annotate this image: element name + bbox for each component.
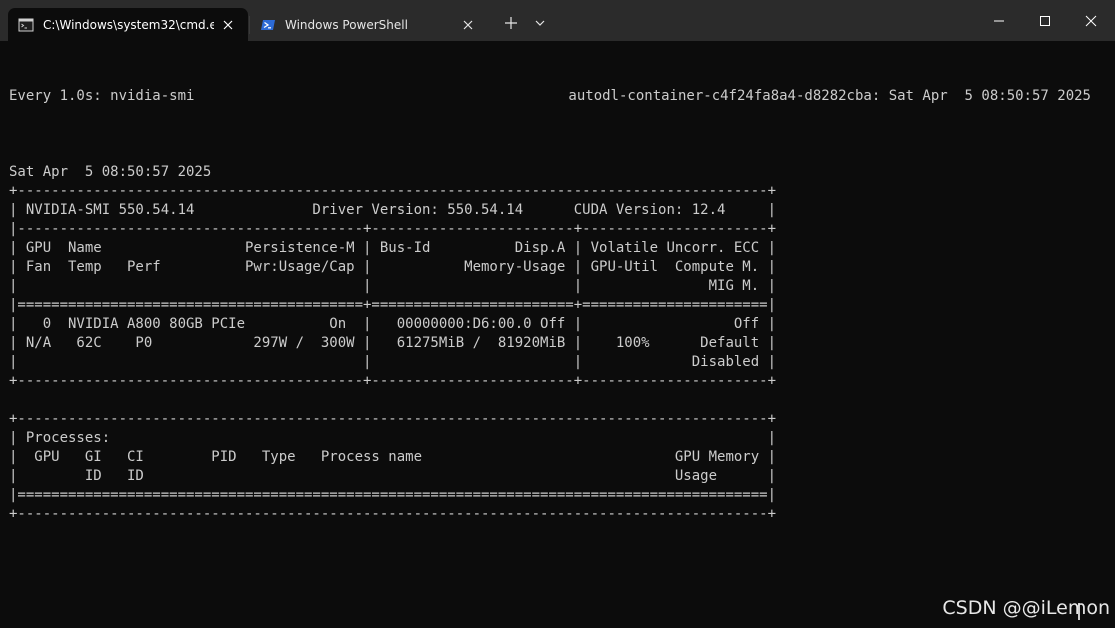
terminal-line: +---------------------------------------… xyxy=(9,373,777,389)
maximize-button[interactable] xyxy=(1022,0,1068,41)
terminal-line: | | | Disabled | xyxy=(9,354,777,370)
terminal-line: |---------------------------------------… xyxy=(9,221,777,237)
close-icon xyxy=(223,20,233,29)
watch-header: Every 1.0s: nvidia-smi autodl-container-… xyxy=(9,87,1091,106)
terminal-line: +---------------------------------------… xyxy=(9,183,777,199)
terminal-line: | | | MIG M. | xyxy=(9,278,777,294)
minimize-icon xyxy=(994,20,1004,21)
terminal-line: | ID ID Usage | xyxy=(9,468,777,484)
terminal-line: +---------------------------------------… xyxy=(9,411,777,427)
tab-cmd[interactable]: C:\Windows\system32\cmd.e: xyxy=(8,8,248,41)
new-tab-button[interactable] xyxy=(496,8,526,38)
nvidia-smi-output: Sat Apr 5 08:50:57 2025 +----------------… xyxy=(9,144,1091,524)
terminal-line: | Processes: | xyxy=(9,430,777,446)
terminal-line: |=======================================… xyxy=(9,297,777,313)
cmd-icon xyxy=(18,18,34,31)
tab-powershell[interactable]: Windows PowerShell xyxy=(250,8,488,41)
tab-cmd-close-button[interactable] xyxy=(220,17,236,33)
terminal-line: | NVIDIA-SMI 550.54.14 Driver Version: 5… xyxy=(9,202,777,218)
terminal-line: | GPU GI CI PID Type Process name GPU Me… xyxy=(9,449,777,465)
terminal-line: Sat Apr 5 08:50:57 2025 xyxy=(9,164,212,180)
minimize-button[interactable] xyxy=(976,0,1022,41)
terminal-line: |=======================================… xyxy=(9,487,777,503)
close-icon xyxy=(463,20,473,29)
title-bar[interactable]: C:\Windows\system32\cmd.e: Windows Power… xyxy=(0,0,1115,41)
tab-cmd-label: C:\Windows\system32\cmd.e: xyxy=(43,17,214,32)
maximize-icon xyxy=(1040,15,1050,26)
terminal-window: C:\Windows\system32\cmd.e: Windows Power… xyxy=(0,0,1115,628)
terminal-output[interactable]: Every 1.0s: nvidia-smi autodl-container-… xyxy=(9,49,1091,562)
close-window-button[interactable] xyxy=(1068,0,1114,41)
tab-dropdown-button[interactable] xyxy=(525,8,555,38)
tab-powershell-close-button[interactable] xyxy=(460,17,476,33)
terminal-line: | N/A 62C P0 297W / 300W | 61275MiB / 81… xyxy=(9,335,777,351)
chevron-down-icon xyxy=(535,20,545,26)
terminal-line: | GPU Name Persistence-M | Bus-Id Disp.A… xyxy=(9,240,777,256)
tab-powershell-label: Windows PowerShell xyxy=(285,17,408,32)
host-timestamp: autodl-container-c4f24fa8a4-d8282cba: Sa… xyxy=(568,88,1091,104)
terminal-line: +---------------------------------------… xyxy=(9,506,777,522)
watermark: CSDN @@iLemon xyxy=(942,597,1110,619)
close-icon xyxy=(1085,15,1097,26)
plus-icon xyxy=(505,17,517,29)
terminal-line: | Fan Temp Perf Pwr:Usage/Cap | Memory-U… xyxy=(9,259,777,275)
terminal-line: | 0 NVIDIA A800 80GB PCIe On | 00000000:… xyxy=(9,316,777,332)
watch-command: Every 1.0s: nvidia-smi xyxy=(9,88,195,104)
powershell-icon xyxy=(261,19,275,30)
